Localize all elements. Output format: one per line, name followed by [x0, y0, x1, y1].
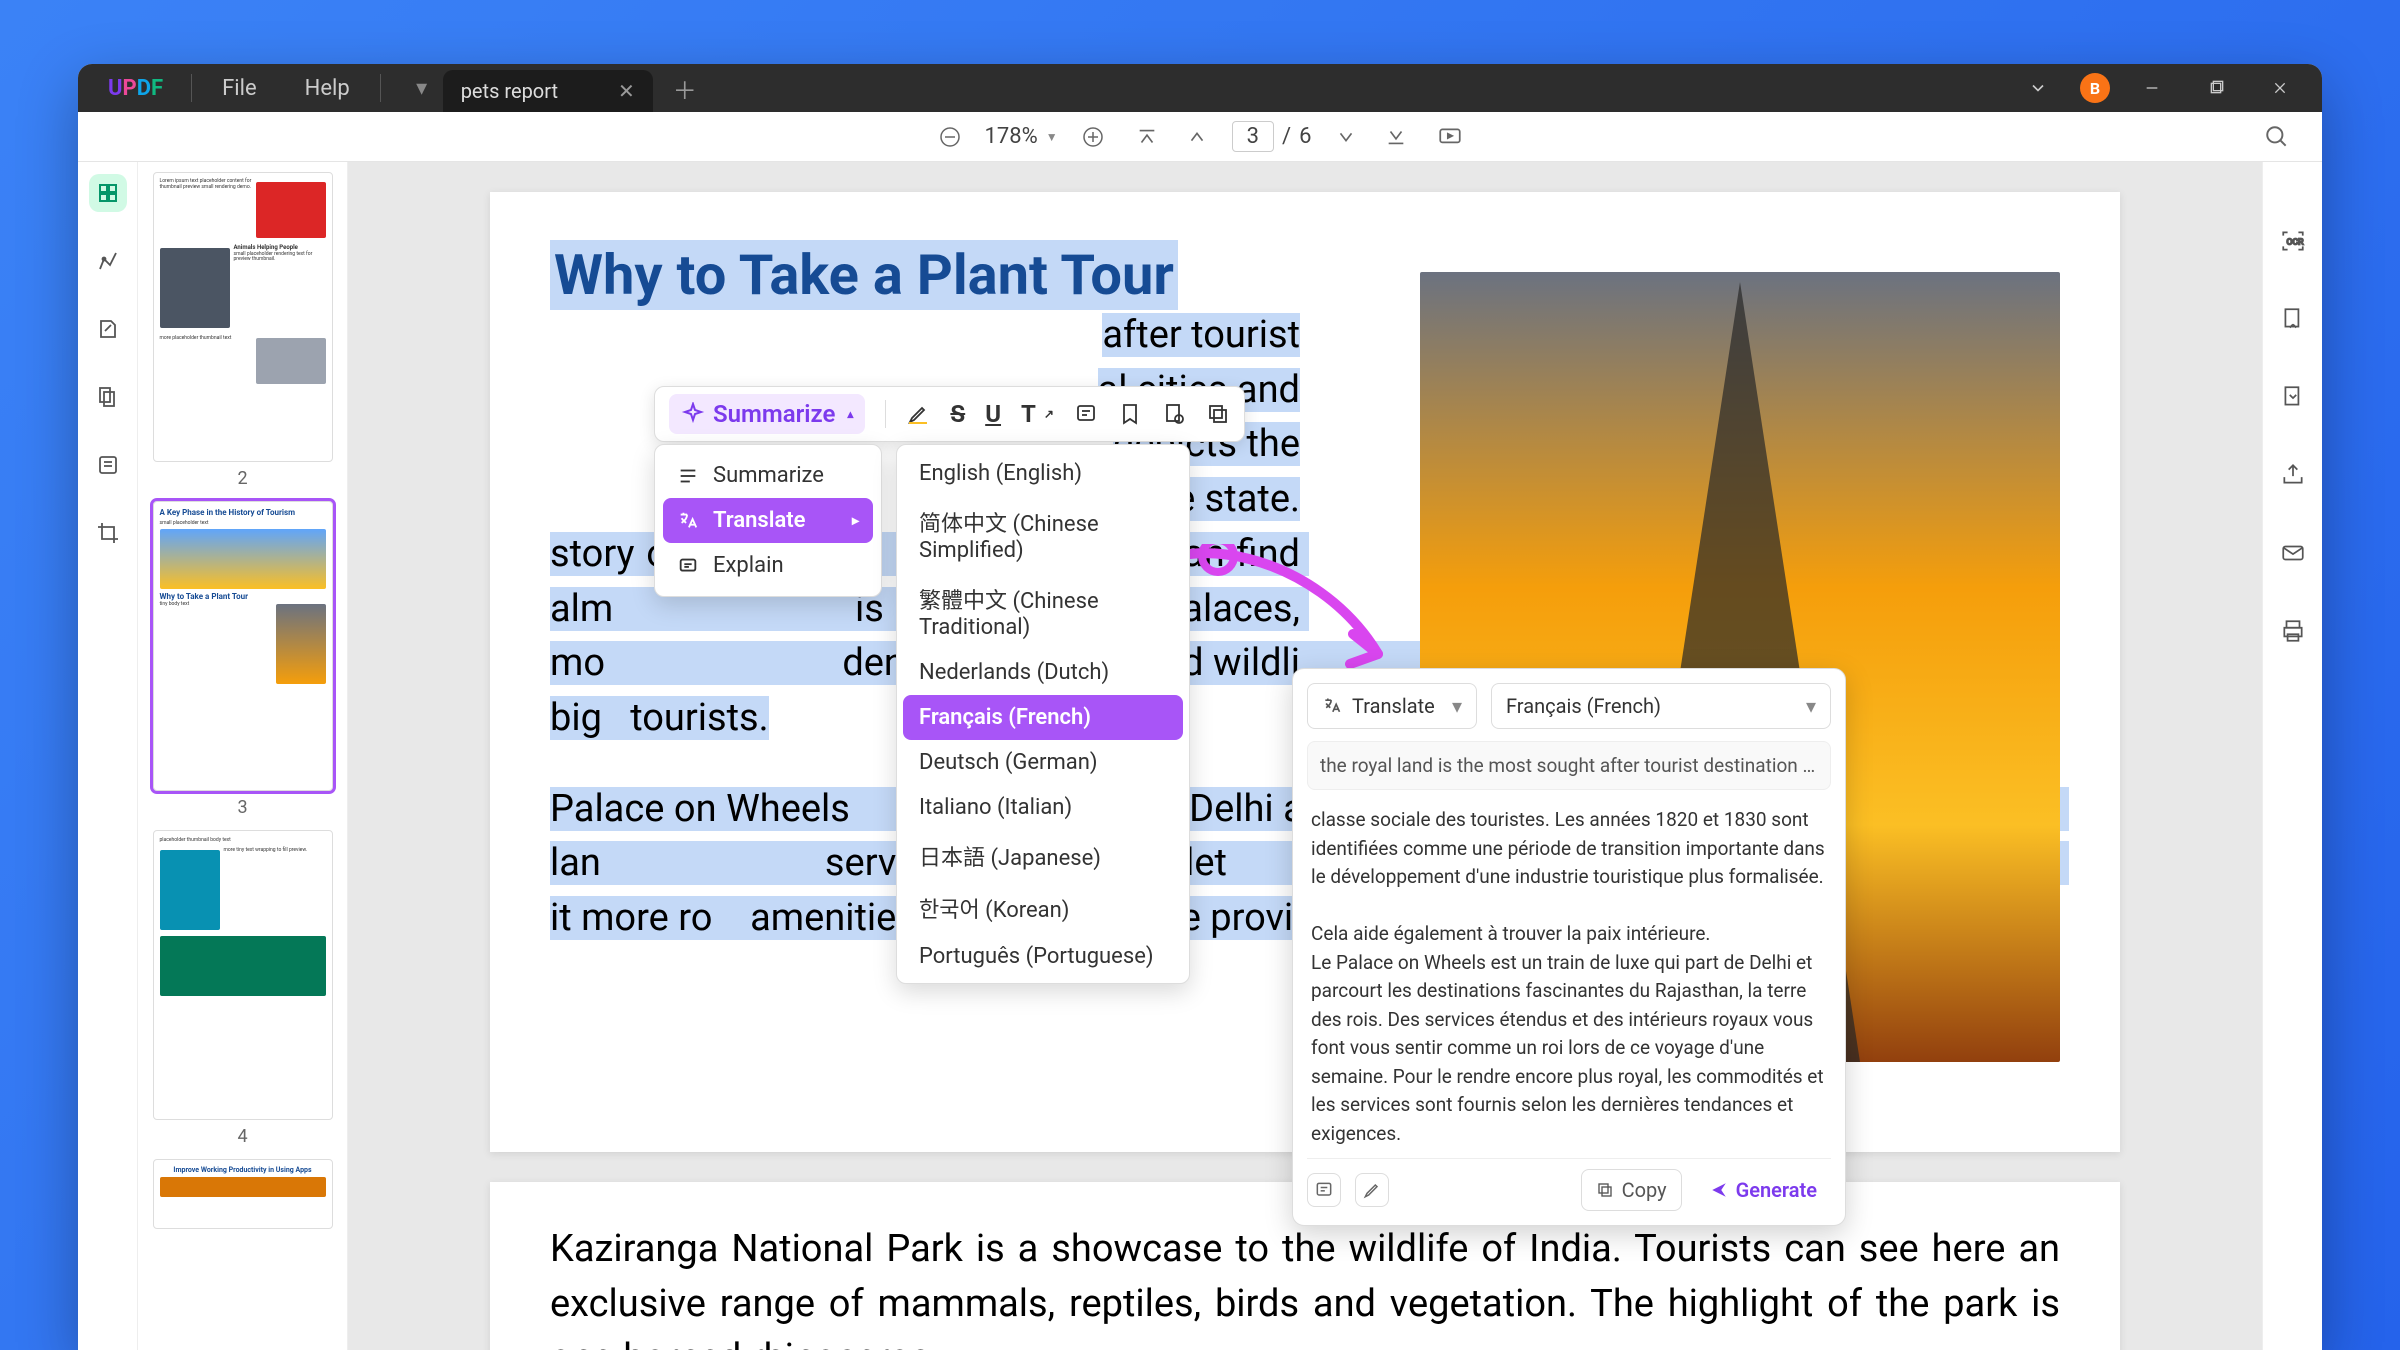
language-submenu: English (English)简体中文 (Chinese Simplifie… — [896, 444, 1190, 984]
thumbnail-page-2[interactable]: Lorem ipsum text placeholder content for… — [153, 172, 333, 462]
crop-rail-button[interactable] — [89, 514, 127, 552]
translate-panel: Translate ▾ Français (French) ▾ the roya… — [1292, 668, 1846, 1226]
strikethrough-button[interactable]: S — [950, 400, 965, 428]
menu-help[interactable]: Help — [281, 76, 374, 101]
menu-item-summarize[interactable]: Summarize — [663, 453, 873, 498]
text-edit-button[interactable]: T↗ — [1021, 400, 1054, 428]
page-current-input[interactable]: 3 — [1232, 121, 1274, 152]
search-button[interactable] — [2262, 122, 2292, 152]
thumbnail-page-4[interactable]: placeholder thumbnail body text more tin… — [153, 830, 333, 1120]
form-rail-button[interactable] — [89, 446, 127, 484]
lang-item[interactable]: Français (French) — [903, 695, 1183, 740]
email-rail-button[interactable] — [2274, 534, 2312, 572]
generate-button[interactable]: Generate — [1696, 1170, 1831, 1210]
menu-item-explain[interactable]: Explain — [663, 543, 873, 588]
lang-item[interactable]: Português (Portuguese) — [903, 934, 1183, 979]
zoom-level[interactable]: 178% ▼ — [985, 124, 1058, 149]
close-tab-icon[interactable]: ✕ — [618, 79, 635, 103]
zoom-out-button[interactable] — [935, 122, 965, 152]
chevron-right-icon: ▸ — [852, 513, 859, 529]
window-maximize-button[interactable] — [2194, 70, 2238, 106]
svg-text:OCR: OCR — [2286, 237, 2304, 247]
doc-body-next: Kaziranga National Park is a showcase to… — [550, 1222, 2060, 1350]
copy-button[interactable] — [1206, 402, 1230, 426]
send-icon — [1710, 1181, 1728, 1199]
lang-item[interactable]: 한국어 (Korean) — [903, 882, 1183, 934]
insert-note-button[interactable] — [1307, 1173, 1341, 1207]
thumbnail-panel: Lorem ipsum text placeholder content for… — [138, 162, 348, 1350]
lang-item[interactable]: English (English) — [903, 451, 1183, 496]
thumbnail-number: 2 — [237, 468, 247, 489]
thumbnails-rail-button[interactable] — [89, 174, 127, 212]
pages-rail-button[interactable] — [89, 378, 127, 416]
menu-file[interactable]: File — [198, 76, 281, 101]
compress-rail-button[interactable] — [2274, 378, 2312, 416]
note-button[interactable] — [1074, 402, 1098, 426]
app-body: Lorem ipsum text placeholder content for… — [78, 162, 2322, 1350]
page-indicator: 3 / 6 — [1232, 121, 1312, 152]
copy-icon — [1596, 1181, 1614, 1199]
underline-button[interactable]: U — [985, 400, 1001, 428]
titlebar: UPDF File Help ▾ pets report ✕ ＋ B — [78, 64, 2322, 112]
zoom-dropdown-icon: ▼ — [1046, 130, 1058, 144]
last-page-button[interactable] — [1381, 122, 1411, 152]
view-toolbar: 178% ▼ 3 / 6 — [78, 112, 2322, 162]
prev-page-button[interactable] — [1182, 122, 1212, 152]
lang-item[interactable]: Nederlands (Dutch) — [903, 650, 1183, 695]
lang-item[interactable]: 日本語 (Japanese) — [903, 830, 1183, 882]
document-tab[interactable]: pets report ✕ — [443, 70, 653, 112]
highlight-color-button[interactable] — [906, 402, 930, 426]
translate-mode-dropdown[interactable]: Translate ▾ — [1307, 683, 1477, 729]
thumbnail-page-3[interactable]: A Key Phase in the History of Tourism sm… — [153, 501, 333, 791]
thumbnail-number: 4 — [237, 1126, 247, 1147]
right-tool-rail: OCR — [2262, 162, 2322, 1350]
source-text-preview: the royal land is the most sought after … — [1307, 741, 1831, 790]
link-button[interactable] — [1162, 402, 1186, 426]
ai-sparkle-icon — [681, 402, 705, 426]
translate-icon — [1322, 696, 1342, 716]
left-tool-rail — [78, 162, 138, 1350]
first-page-button[interactable] — [1132, 122, 1162, 152]
app-logo: UPDF — [86, 76, 185, 101]
selection-toolbar: Summarize ▴ S U T↗ — [654, 386, 1245, 442]
window-close-button[interactable] — [2258, 70, 2302, 106]
user-avatar[interactable]: B — [2080, 73, 2110, 103]
bookmark-button[interactable] — [1118, 402, 1142, 426]
chevron-down-icon[interactable] — [2016, 70, 2060, 106]
lang-item[interactable]: 繁體中文 (Chinese Traditional) — [903, 573, 1183, 650]
presentation-button[interactable] — [1435, 122, 1465, 152]
thumbnail-number: 3 — [237, 797, 247, 818]
lang-item[interactable]: Italiano (Italian) — [903, 785, 1183, 830]
menu-item-translate[interactable]: Translate ▸ — [663, 498, 873, 543]
window-minimize-button[interactable] — [2130, 70, 2174, 106]
copy-result-button[interactable]: Copy — [1581, 1169, 1682, 1211]
target-language-dropdown[interactable]: Français (French) ▾ — [1491, 683, 1831, 729]
ocr-rail-button[interactable]: OCR — [2274, 222, 2312, 260]
tab-title: pets report — [461, 79, 558, 103]
edit-rail-button[interactable] — [89, 310, 127, 348]
print-rail-button[interactable] — [2274, 612, 2312, 650]
ai-action-menu: Summarize Translate ▸ Explain — [654, 444, 882, 597]
share-rail-button[interactable] — [2274, 456, 2312, 494]
tab-strip: ▾ pets report ✕ ＋ — [401, 64, 703, 112]
highlight-rail-button[interactable] — [89, 242, 127, 280]
convert-rail-button[interactable] — [2274, 300, 2312, 338]
tab-history-dropdown[interactable]: ▾ — [401, 67, 443, 109]
lang-item[interactable]: 简体中文 (Chinese Simplified) — [903, 496, 1183, 573]
lang-item[interactable]: Русский (Russian) — [903, 979, 1183, 984]
chevron-down-icon: ▾ — [1806, 694, 1816, 718]
chevron-down-icon: ▾ — [1452, 694, 1462, 718]
next-page-button[interactable] — [1331, 122, 1361, 152]
lang-item[interactable]: Deutsch (German) — [903, 740, 1183, 785]
insert-highlight-button[interactable] — [1355, 1173, 1389, 1207]
translation-result: classe sociale des touristes. Les années… — [1307, 802, 1831, 1158]
zoom-in-button[interactable] — [1078, 122, 1108, 152]
new-tab-button[interactable]: ＋ — [667, 70, 703, 106]
thumbnail-page-5[interactable]: Improve Working Productivity in Using Ap… — [153, 1159, 333, 1229]
page-total: 6 — [1299, 124, 1311, 149]
chevron-up-icon: ▴ — [847, 407, 853, 421]
summarize-dropdown-button[interactable]: Summarize ▴ — [669, 394, 865, 434]
app-window: UPDF File Help ▾ pets report ✕ ＋ B — [78, 64, 2322, 1350]
